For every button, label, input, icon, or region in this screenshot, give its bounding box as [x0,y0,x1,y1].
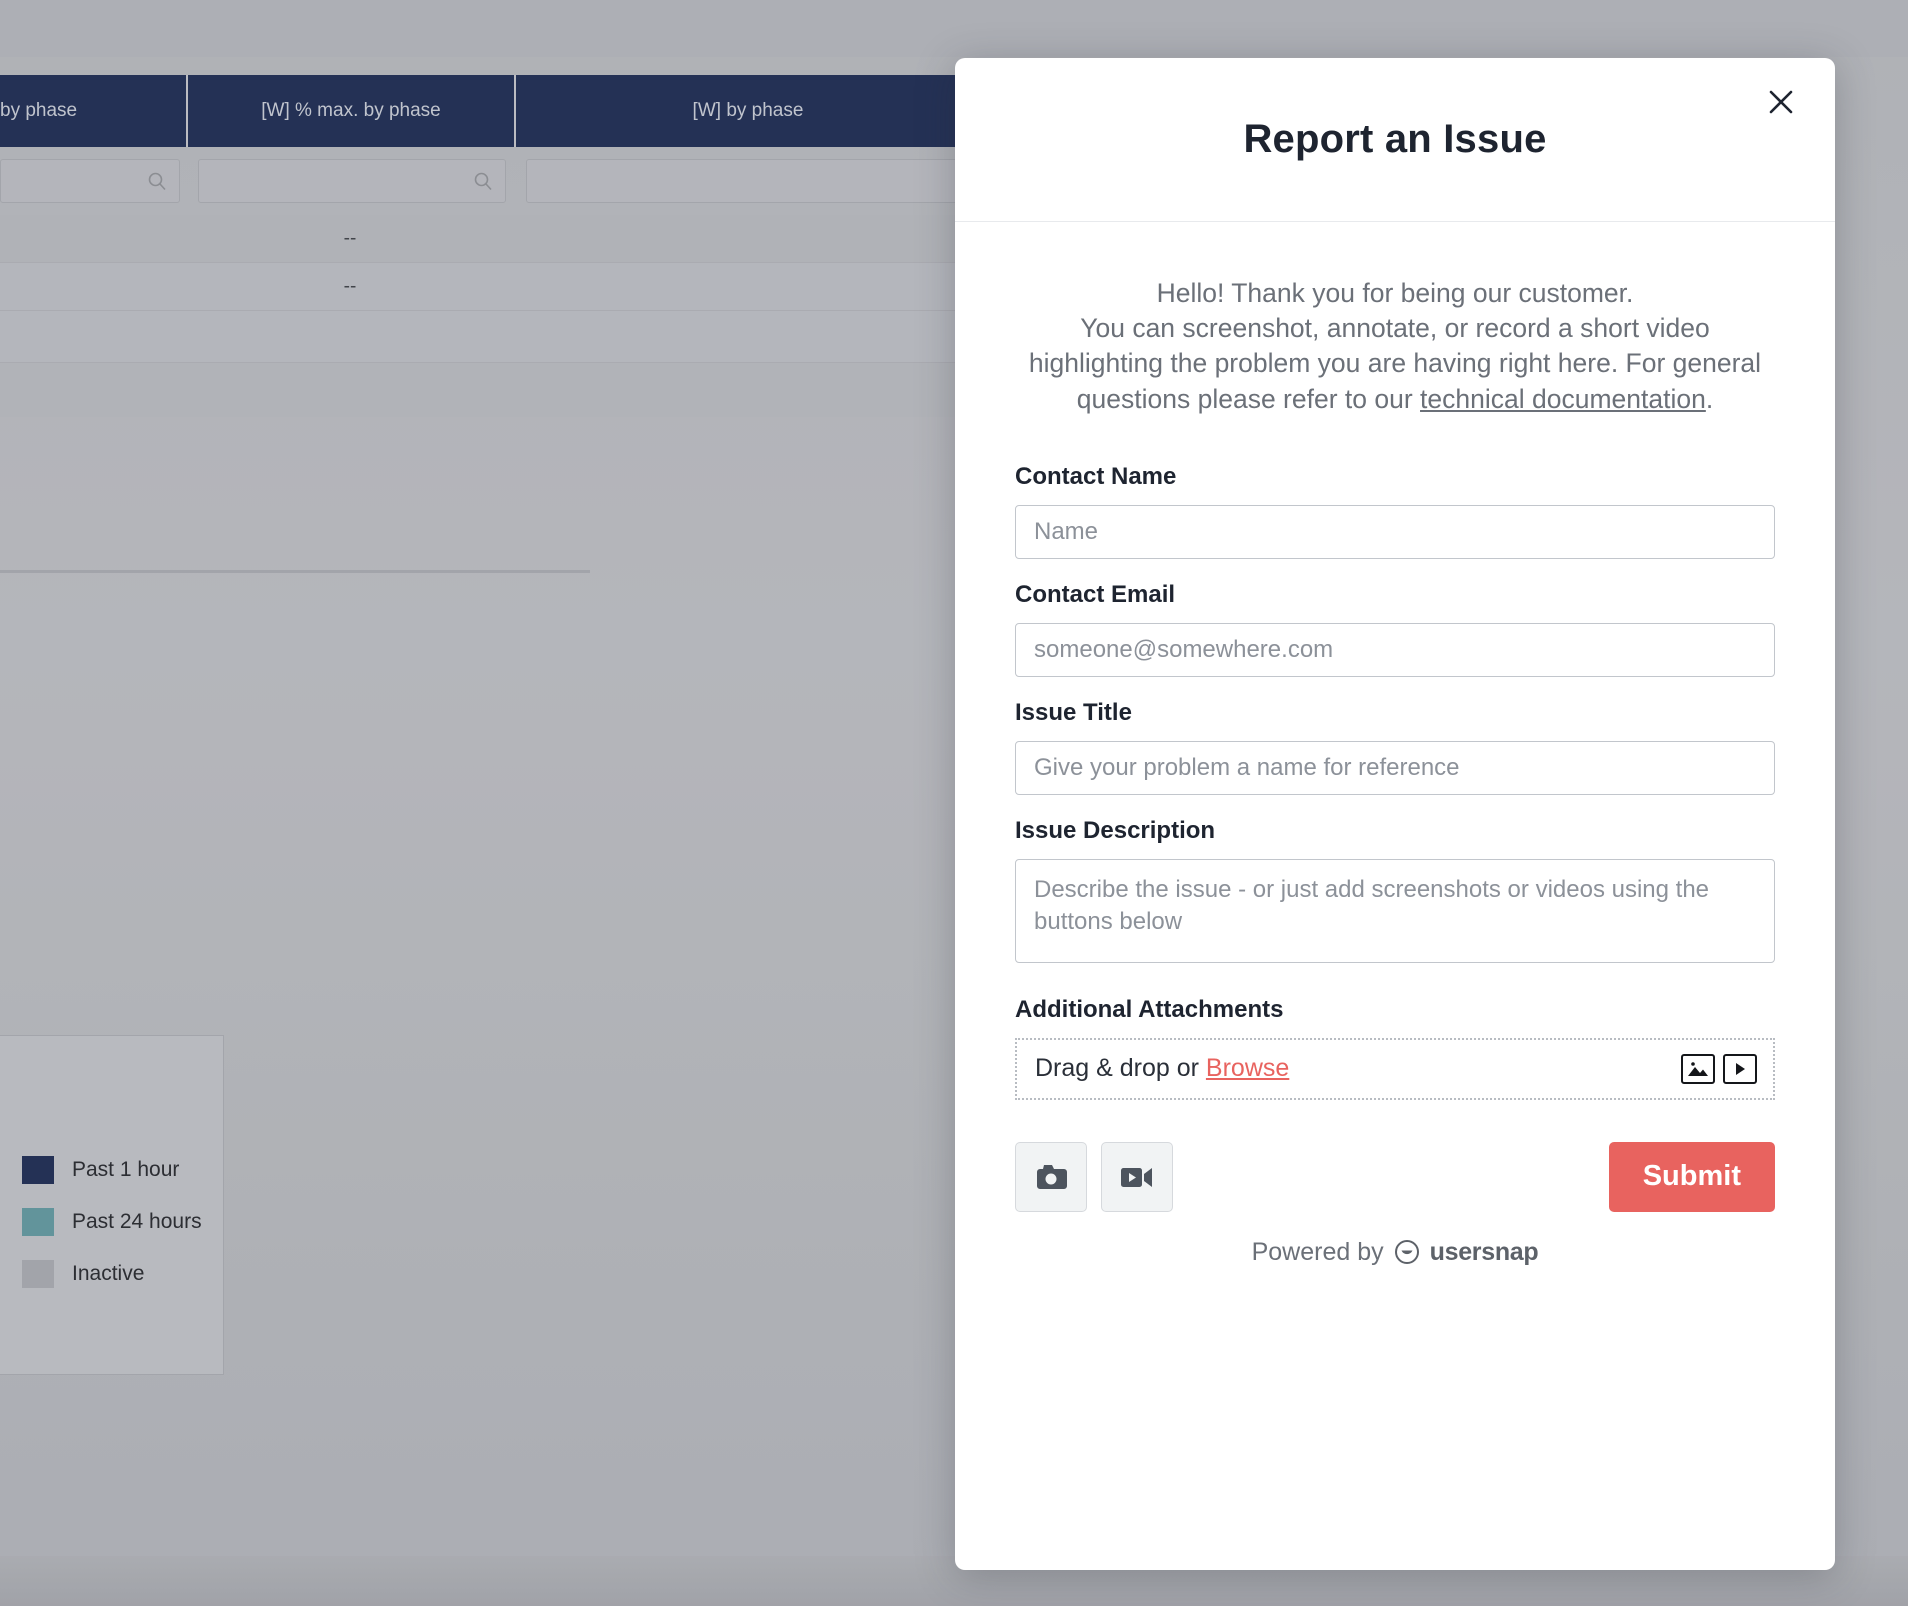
capture-button-group [1015,1141,1173,1212]
browse-link[interactable]: Browse [1206,1054,1289,1082]
image-icon [1688,1062,1708,1077]
field-group-attachments: Additional Attachments Drag & drop or Br… [1015,996,1775,1100]
dropzone-icon-group [1681,1053,1757,1084]
image-attachment-icon[interactable] [1681,1053,1715,1084]
record-video-button[interactable] [1101,1141,1173,1212]
video-camera-icon [1121,1167,1152,1187]
field-group-issue-title: Issue Title [1015,699,1775,795]
field-group-issue-description: Issue Description [1015,817,1775,968]
technical-documentation-link[interactable]: technical documentation [1420,384,1706,414]
dropzone-drag-text: Drag & drop or [1035,1054,1206,1083]
attachment-dropzone[interactable]: Drag & drop or Browse [1015,1037,1775,1100]
page-title: Report an Issue [1243,117,1547,161]
play-icon [1736,1062,1745,1075]
powered-by-footer: Powered by usersnap [1015,1238,1775,1267]
intro-line-4-after: . [1705,383,1714,414]
field-group-contact-name: Contact Name [1015,463,1775,559]
close-button[interactable] [1759,80,1803,124]
intro-line-1: Hello! Thank you for being our customer. [1156,278,1634,308]
submit-button[interactable]: Submit [1608,1141,1775,1212]
take-screenshot-button[interactable] [1015,1141,1087,1212]
intro-line-4-before: questions please refer to our [1076,383,1421,414]
intro-line-3: highlighting the problem you are having … [1028,348,1762,379]
intro-text: Hello! Thank you for being our customer.… [1015,276,1775,417]
close-icon [1769,90,1793,114]
issue-description-label: Issue Description [1015,816,1216,844]
usersnap-brand-text: usersnap [1429,1237,1539,1266]
contact-email-input[interactable] [1015,622,1775,677]
dropzone-text: Drag & drop or Browse [1035,1054,1289,1083]
camera-icon [1037,1164,1067,1189]
contact-email-label: Contact Email [1015,580,1176,608]
report-issue-modal: Report an Issue Hello! Thank you for bei… [955,58,1835,1570]
intro-line-2: You can screenshot, annotate, or record … [1080,313,1710,344]
issue-title-input[interactable] [1015,740,1775,795]
usersnap-logo-icon [1394,1240,1419,1265]
contact-name-label: Contact Name [1015,462,1177,490]
field-group-contact-email: Contact Email [1015,581,1775,677]
contact-name-input[interactable] [1015,504,1775,559]
issue-title-label: Issue Title [1015,698,1132,726]
issue-description-textarea[interactable] [1015,858,1775,963]
modal-actions: Submit [1015,1141,1775,1212]
additional-attachments-label: Additional Attachments [1015,995,1284,1023]
modal-body: Hello! Thank you for being our customer.… [955,222,1835,1570]
modal-header: Report an Issue [955,58,1835,222]
video-attachment-icon[interactable] [1723,1053,1757,1084]
powered-by-text: Powered by [1251,1237,1384,1266]
